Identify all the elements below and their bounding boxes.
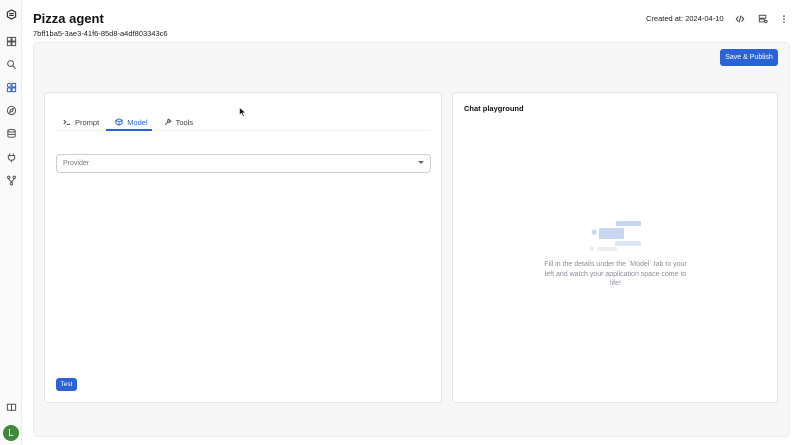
active-tab-indicator: [106, 129, 152, 131]
docs-book-icon[interactable]: [4, 400, 18, 414]
save-publish-button[interactable]: Save & Publish: [720, 49, 778, 66]
provider-select[interactable]: Provider: [56, 154, 431, 173]
code-icon[interactable]: [733, 12, 747, 26]
agent-id: 7bff1ba5-3ae3-41f6-85d8-a4df803343c6: [33, 29, 168, 38]
empty-chat-illustration-icon: [590, 221, 641, 251]
tab-prompt-label: Prompt: [75, 117, 100, 127]
left-sidebar: L: [0, 0, 22, 445]
user-avatar[interactable]: L: [3, 425, 19, 441]
terminal-icon: [63, 119, 71, 125]
tab-tools-label: Tools: [175, 117, 194, 127]
created-at-label: Created at: 2024-04-10: [646, 14, 724, 23]
plug-icon[interactable]: [4, 150, 18, 164]
tab-prompt[interactable]: Prompt: [62, 113, 100, 131]
chat-empty-message: Fill in the details under the `Model` ta…: [544, 261, 687, 287]
page-title: Pizza agent: [33, 11, 104, 26]
chevron-down-icon: [418, 161, 424, 164]
dashboard-icon[interactable]: [4, 34, 18, 48]
cube-icon: [115, 118, 123, 126]
provider-placeholder: Provider: [63, 160, 90, 167]
compass-icon[interactable]: [4, 103, 18, 117]
tab-model-label: Model: [127, 117, 148, 127]
agents-icon[interactable]: [4, 80, 18, 94]
search-icon[interactable]: [4, 57, 18, 71]
mouse-cursor-icon: [239, 107, 247, 117]
more-options-icon[interactable]: [777, 12, 791, 26]
branch-icon[interactable]: [4, 173, 18, 187]
chat-playground-title: Chat playground: [464, 104, 524, 113]
test-button[interactable]: Test: [56, 378, 77, 391]
logo-icon[interactable]: [4, 7, 18, 21]
database-icon[interactable]: [4, 126, 18, 140]
wrench-icon: [164, 118, 171, 126]
tab-tools[interactable]: Tools: [163, 113, 195, 131]
config-panel: [44, 92, 442, 403]
server-settings-icon[interactable]: [756, 12, 770, 26]
